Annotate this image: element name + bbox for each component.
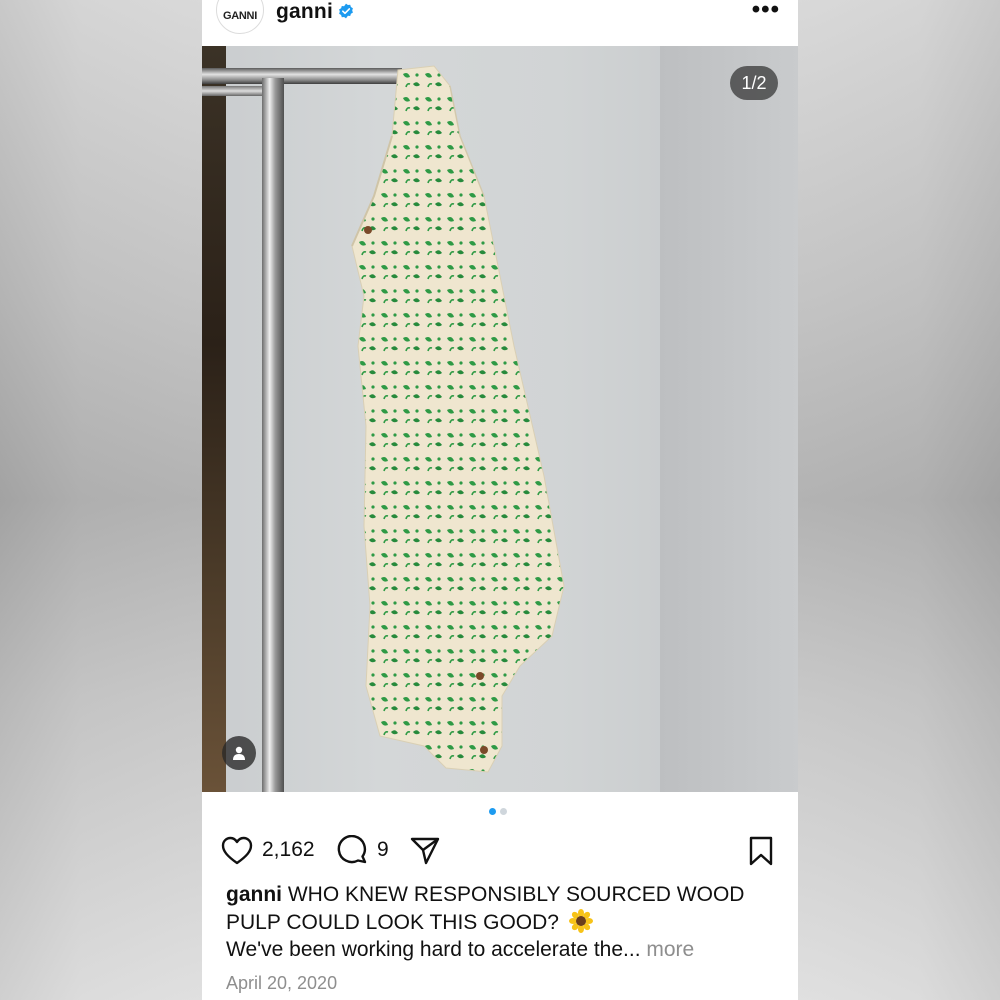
post-actions-bar: 2,162 9 — [202, 832, 798, 868]
verified-badge-icon — [339, 3, 353, 19]
post-header: GANNI ganni ••• — [202, 0, 798, 46]
share-button[interactable] — [408, 834, 442, 868]
post-photo[interactable]: 1/2 — [202, 46, 798, 792]
bookmark-icon — [749, 836, 773, 866]
caption-preview-text: We've been working hard to accelerate th… — [226, 938, 641, 961]
person-icon — [233, 746, 245, 760]
caption-more-link[interactable]: more — [646, 938, 694, 961]
caption-username[interactable]: ganni — [226, 883, 282, 906]
post-date: April 20, 2020 — [226, 973, 338, 993]
comment-button[interactable] — [336, 834, 370, 868]
heart-icon — [221, 836, 253, 865]
like-count[interactable]: 2,162 — [262, 838, 315, 862]
carousel-dot — [500, 808, 507, 815]
save-button[interactable] — [744, 834, 778, 868]
background-blur-left — [0, 0, 202, 1000]
profile-username[interactable]: ganni — [276, 0, 333, 24]
instagram-post-card: GANNI ganni ••• 1/2 2,162 9 ganni WHO KN… — [202, 0, 798, 1000]
post-caption: ganni WHO KNEW RESPONSIBLY SOURCED WOOD … — [226, 881, 766, 937]
send-icon — [410, 837, 440, 865]
background-blur-right — [798, 0, 1000, 1000]
caption-text: WHO KNEW RESPONSIBLY SOURCED WOOD PULP C… — [226, 883, 745, 934]
sunflower-emoji-icon — [568, 909, 593, 933]
comment-icon — [337, 835, 367, 864]
profile-avatar[interactable]: GANNI — [216, 0, 264, 34]
caption-preview: We've been working hard to accelerate th… — [226, 938, 786, 962]
carousel-page-indicator: 1/2 — [730, 66, 778, 100]
floral-dress-illustration — [351, 65, 565, 773]
carousel-dot-active — [489, 808, 496, 815]
more-options-icon[interactable]: ••• — [752, 0, 780, 24]
comment-count[interactable]: 9 — [377, 838, 389, 862]
carousel-dots — [489, 808, 507, 815]
user-tag-button[interactable] — [222, 736, 256, 770]
like-button[interactable] — [220, 834, 254, 868]
